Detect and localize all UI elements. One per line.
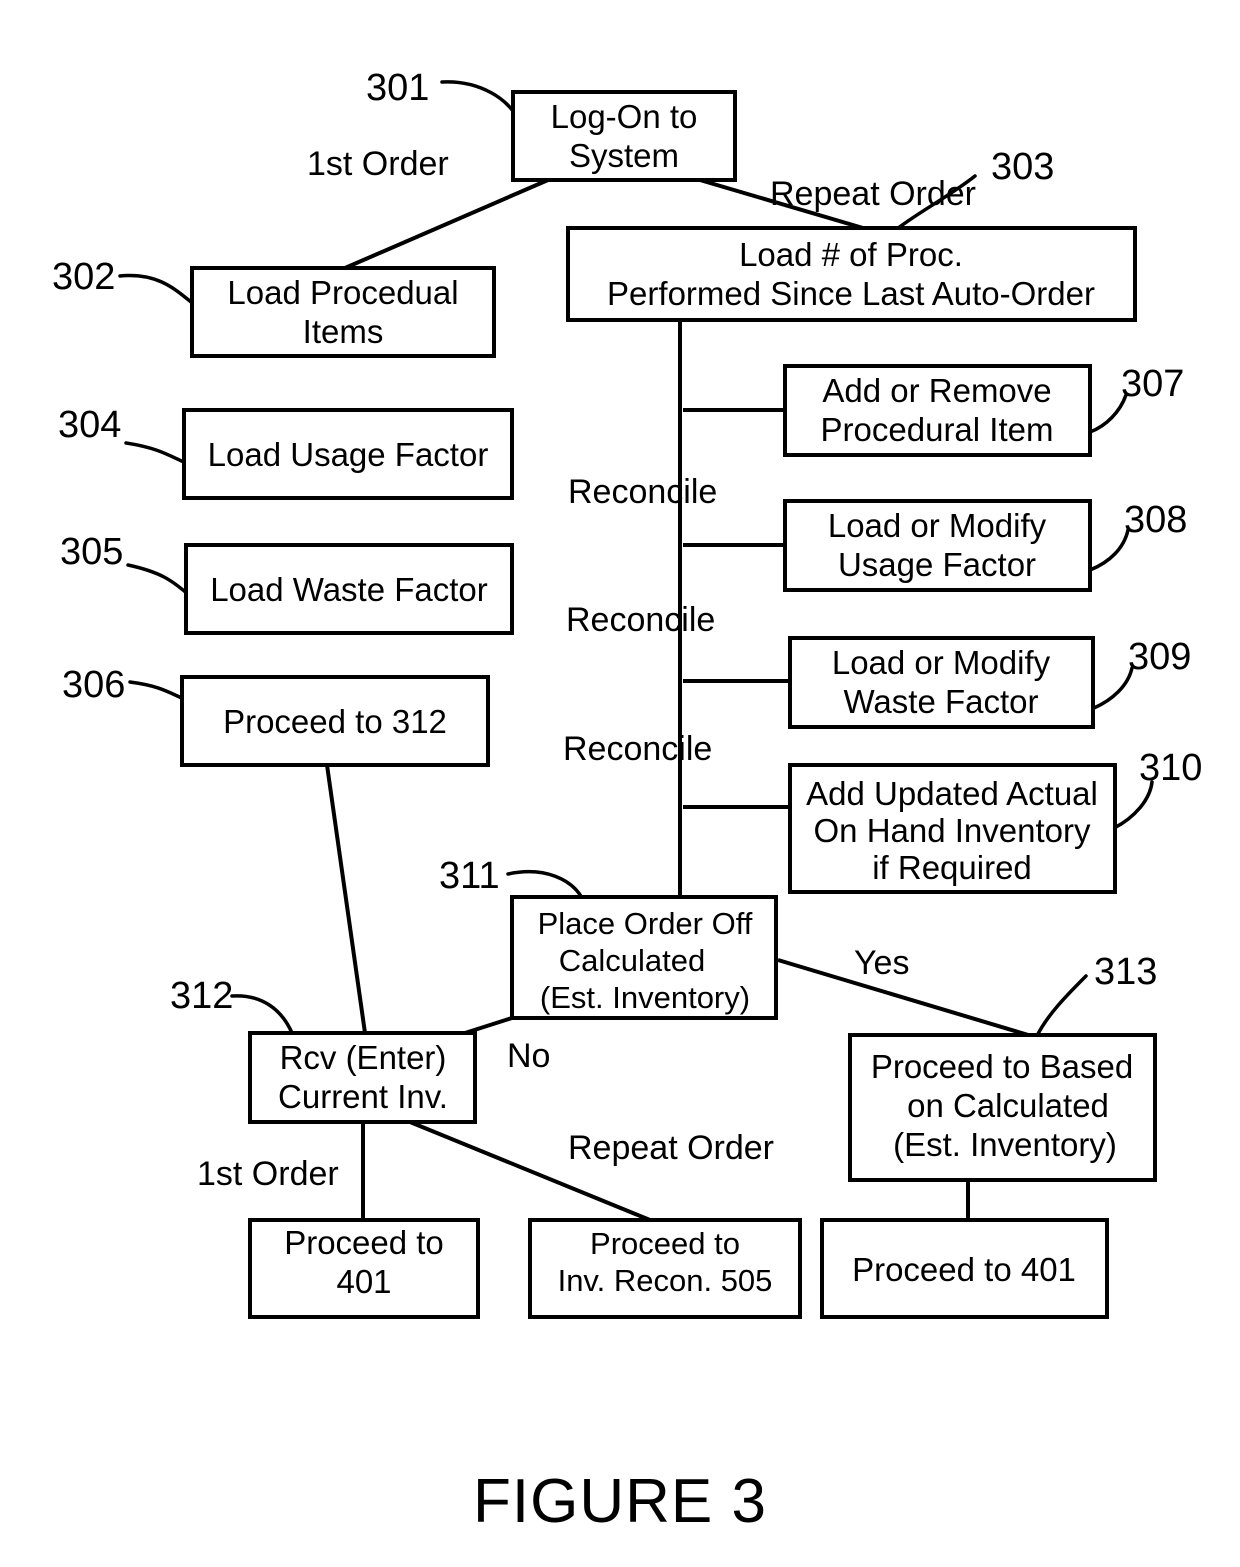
ref-label-313: 313: [1094, 951, 1157, 993]
edge-306-to-312: [325, 764, 367, 1034]
node-308[interactable]: Load or Modify Usage Factor: [783, 499, 1092, 592]
node-303-line-1: Load # of Proc.: [739, 236, 963, 273]
node-313-line-1: Proceed to Based: [871, 1048, 1133, 1085]
node-proceed-401-right[interactable]: Proceed to 401: [820, 1218, 1109, 1319]
node-307-line-1: Add or Remove: [822, 372, 1051, 409]
node-proceed-505-line-1: Proceed to: [590, 1226, 740, 1261]
node-304[interactable]: Load Usage Factor: [182, 408, 514, 500]
ref-label-304: 304: [58, 404, 121, 446]
node-305-line-1: Load Waste Factor: [210, 571, 488, 608]
edge-label-reconcile-1: Reconcile: [568, 473, 717, 511]
node-proceed-inv-recon-505[interactable]: Proceed to Inv. Recon. 505: [528, 1218, 802, 1319]
edge-label-reconcile-2: Reconcile: [566, 601, 715, 639]
ref-label-306: 306: [62, 664, 125, 706]
node-309-line-1: Load or Modify: [832, 644, 1051, 681]
node-proceed-401-left-line-1: Proceed to: [284, 1224, 444, 1261]
node-proceed-401-left[interactable]: Proceed to 401: [248, 1218, 480, 1319]
edge-311-to-312-no: [464, 1016, 513, 1035]
node-303-line-2: Performed Since Last Auto-Order: [607, 275, 1095, 312]
leader-301: [440, 80, 520, 122]
leader-304: [124, 441, 190, 466]
edge-label-first-order-top: 1st Order: [307, 145, 449, 183]
ref-label-305: 305: [60, 531, 123, 573]
node-301[interactable]: Log-On to System: [511, 90, 737, 182]
leader-309: [1092, 666, 1134, 710]
node-308-line-2: Usage Factor: [838, 546, 1036, 583]
node-312[interactable]: Rcv (Enter) Current Inv.: [248, 1031, 477, 1124]
leader-302: [118, 273, 198, 308]
node-proceed-505-line-2: Inv. Recon. 505: [558, 1263, 773, 1298]
node-311-line-1: Place Order Off: [538, 906, 753, 941]
node-308-line-1: Load or Modify: [828, 507, 1047, 544]
node-309[interactable]: Load or Modify Waste Factor: [788, 636, 1095, 729]
ref-label-311: 311: [439, 855, 500, 897]
leader-308: [1088, 528, 1130, 572]
node-306[interactable]: Proceed to 312: [180, 675, 490, 767]
node-313-line-2: on Calculated: [907, 1087, 1109, 1124]
node-311-line-2: Calculated: [559, 943, 705, 978]
figure-caption: FIGURE 3: [473, 1467, 767, 1536]
node-proceed-401-right-line-1: Proceed to 401: [852, 1251, 1076, 1288]
ref-label-303: 303: [991, 146, 1054, 188]
edge-301-to-302: [344, 178, 549, 270]
edge-311-to-313-yes: [777, 958, 1046, 1042]
node-310-line-1: Add Updated Actual: [806, 775, 1098, 812]
edge-label-no: No: [507, 1037, 550, 1075]
node-301-line-2: System: [569, 137, 679, 174]
edge-label-first-order-bottom: 1st Order: [197, 1155, 339, 1193]
node-306-line-1: Proceed to 312: [223, 703, 447, 740]
leader-305: [126, 563, 192, 598]
node-307[interactable]: Add or Remove Procedural Item: [783, 364, 1092, 457]
node-311[interactable]: Place Order Off Calculated (Est. Invento…: [510, 895, 778, 1020]
edge-label-reconcile-3: Reconcile: [563, 730, 712, 768]
node-312-line-1: Rcv (Enter): [280, 1039, 447, 1076]
ref-label-309: 309: [1128, 636, 1191, 678]
node-313[interactable]: Proceed to Based on Calculated (Est. Inv…: [848, 1033, 1157, 1182]
node-313-line-3: (Est. Inventory): [893, 1126, 1117, 1163]
node-307-line-2: Procedural Item: [821, 411, 1054, 448]
patent-figure-page: Log-On to System 301 Load Procedual Item…: [0, 0, 1240, 1567]
ref-label-301: 301: [366, 67, 429, 109]
ref-label-308: 308: [1124, 499, 1187, 541]
edge-label-repeat-order-bottom: Repeat Order: [568, 1129, 774, 1167]
leader-313: [1034, 974, 1088, 1040]
node-proceed-401-left-line-2: 401: [336, 1263, 391, 1300]
edge-label-yes: Yes: [854, 944, 909, 982]
node-303[interactable]: Load # of Proc. Performed Since Last Aut…: [566, 226, 1137, 322]
leader-312: [230, 994, 294, 1035]
edge-label-repeat-order-top: Repeat Order: [770, 175, 976, 213]
node-310[interactable]: Add Updated Actual On Hand Inventory if …: [788, 763, 1117, 894]
node-301-line-1: Log-On to: [551, 98, 698, 135]
node-302-line-2: Items: [303, 313, 384, 350]
leader-306: [128, 680, 188, 702]
node-309-line-2: Waste Factor: [844, 683, 1039, 720]
node-305[interactable]: Load Waste Factor: [184, 543, 514, 635]
node-312-line-2: Current Inv.: [278, 1078, 448, 1115]
node-310-line-2: On Hand Inventory: [814, 812, 1091, 849]
node-302[interactable]: Load Procedual Items: [190, 266, 496, 358]
flowchart-canvas: Log-On to System 301 Load Procedual Item…: [52, 67, 1202, 1536]
node-304-line-1: Load Usage Factor: [208, 436, 489, 473]
node-310-line-3: if Required: [872, 849, 1032, 886]
node-302-line-1: Load Procedual: [227, 274, 458, 311]
ref-label-307: 307: [1121, 363, 1184, 405]
ref-label-310: 310: [1139, 747, 1202, 789]
ref-label-312: 312: [170, 975, 233, 1017]
leader-311: [506, 869, 584, 900]
node-311-line-3: (Est. Inventory): [540, 980, 750, 1015]
ref-label-302: 302: [52, 256, 115, 298]
